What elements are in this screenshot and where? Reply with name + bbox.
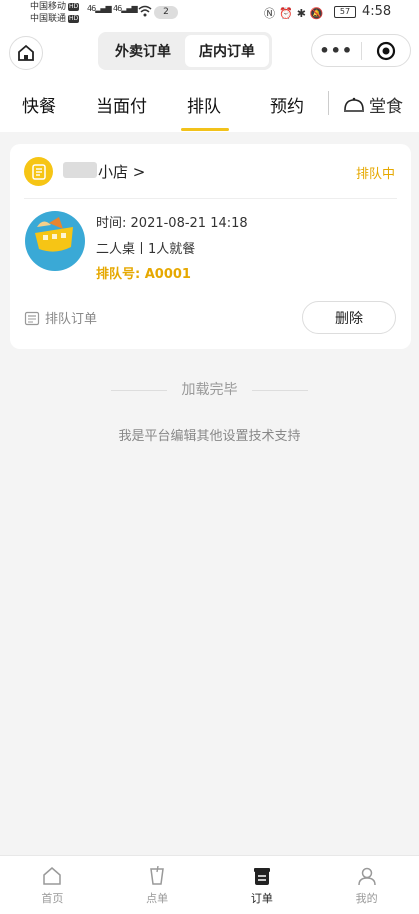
tab-dine-in[interactable]: 堂食 bbox=[343, 92, 403, 117]
close-button[interactable] bbox=[361, 41, 410, 61]
segment-delivery-orders[interactable]: 外卖订单 bbox=[101, 35, 185, 67]
carrier-2: 中国联通 bbox=[30, 14, 67, 24]
tab-reservation[interactable]: 预约 bbox=[270, 92, 304, 117]
tab-divider bbox=[328, 91, 329, 115]
food-basket-icon bbox=[35, 217, 73, 252]
signal-icon: 46▂▄▆ bbox=[87, 4, 112, 13]
signal-label: 46 bbox=[87, 4, 96, 13]
order-time-label: 时间: bbox=[96, 216, 127, 231]
cup-icon bbox=[150, 866, 164, 885]
bottom-tab-menu[interactable]: 点单 bbox=[105, 856, 210, 914]
notification-badge: 2 bbox=[154, 6, 178, 19]
active-tab-indicator bbox=[181, 128, 229, 131]
delete-button[interactable]: 删除 bbox=[302, 301, 396, 334]
calendar-icon bbox=[24, 311, 40, 325]
bottom-tab-profile[interactable]: 我的 bbox=[314, 856, 419, 914]
tab-fast-food[interactable]: 快餐 bbox=[22, 92, 56, 117]
bottom-tab-menu-label: 点单 bbox=[146, 892, 169, 905]
order-icon bbox=[253, 868, 270, 885]
category-tabs: 快餐 当面付 排队 预约 堂食 bbox=[0, 78, 419, 132]
carrier-1: 中国移动 bbox=[30, 2, 67, 12]
order-type-switch: 外卖订单 店内订单 bbox=[98, 32, 272, 70]
receipt-icon bbox=[31, 163, 46, 180]
clock: 4:58 bbox=[362, 4, 392, 19]
card-divider bbox=[24, 198, 397, 199]
signal-icon: 46▂▄▆ bbox=[113, 4, 138, 13]
battery-icon: 57 bbox=[334, 6, 356, 18]
queue-number-label: 排队号: bbox=[96, 267, 141, 282]
store-icon bbox=[24, 157, 53, 186]
order-time: 时间: 2021-08-21 14:18 bbox=[96, 212, 248, 231]
support-text: 我是平台编辑其他设置技术支持 bbox=[118, 429, 301, 444]
home-button[interactable] bbox=[9, 36, 43, 70]
bottom-tab-home-label: 首页 bbox=[41, 892, 64, 905]
home-icon bbox=[18, 44, 34, 61]
bottom-tab-orders[interactable]: 订单 bbox=[210, 856, 315, 914]
mini-program-capsule: ••• bbox=[311, 34, 411, 67]
bottom-tab-profile-label: 我的 bbox=[355, 892, 378, 905]
wifi-icon bbox=[138, 5, 152, 17]
order-card[interactable]: 小店 > 排队中 时间: 2021-08-21 14:18 二人桌丨1人就餐 排… bbox=[10, 144, 411, 349]
alarm-icon: ⏰ bbox=[279, 7, 297, 20]
order-time-value: 2021-08-21 14:18 bbox=[130, 216, 248, 231]
hd-badge: HD bbox=[68, 15, 80, 23]
store-name-redacted bbox=[63, 162, 97, 178]
top-nav: 外卖订单 店内订单 ••• bbox=[0, 26, 419, 78]
bottom-tab-home[interactable]: 首页 bbox=[0, 856, 105, 914]
store-name[interactable]: 小店 > bbox=[98, 161, 145, 182]
queue-number: 排队号: A0001 bbox=[96, 263, 191, 282]
order-status: 排队中 bbox=[355, 167, 395, 182]
more-dots-icon[interactable]: ••• bbox=[312, 41, 361, 60]
loaded-text: 加载完毕 bbox=[181, 382, 238, 398]
status-bar: 中国移动 HD 中国联通 HD 46▂▄▆ 46▂▄▆ 2 Ⓝ⏰✱🔕 57 4:58 bbox=[0, 0, 419, 26]
cloche-icon bbox=[344, 97, 364, 112]
order-type-label: 排队订单 bbox=[24, 308, 97, 327]
order-type-text: 排队订单 bbox=[45, 312, 98, 327]
segment-in-store-orders[interactable]: 店内订单 bbox=[185, 35, 269, 67]
tab-pay-in-person[interactable]: 当面付 bbox=[96, 92, 147, 117]
bottom-tab-orders-label: 订单 bbox=[250, 892, 273, 905]
home-icon bbox=[43, 867, 62, 885]
table-info: 二人桌丨1人就餐 bbox=[96, 242, 196, 257]
mute-icon: 🔕 bbox=[309, 7, 328, 20]
store-thumbnail bbox=[25, 211, 85, 271]
store-name-text: 小店 bbox=[98, 163, 129, 181]
nfc-icon: Ⓝ bbox=[264, 7, 279, 20]
system-icons: Ⓝ⏰✱🔕 bbox=[264, 5, 328, 21]
queue-number-value: A0001 bbox=[144, 267, 191, 282]
bluetooth-icon: ✱ bbox=[296, 7, 310, 20]
carrier-info: 中国移动 HD 中国联通 HD bbox=[30, 1, 80, 25]
signal-label: 46 bbox=[113, 4, 122, 13]
hd-badge: HD bbox=[68, 3, 80, 11]
bottom-tab-bar: 首页 点单 订单 我的 bbox=[0, 855, 419, 914]
chevron-right-icon: > bbox=[132, 163, 146, 181]
user-icon bbox=[357, 867, 376, 886]
target-icon bbox=[376, 41, 395, 60]
tab-queue[interactable]: 排队 bbox=[187, 92, 221, 117]
dine-in-label: 堂食 bbox=[369, 97, 403, 117]
loaded-divider-right bbox=[252, 390, 308, 391]
